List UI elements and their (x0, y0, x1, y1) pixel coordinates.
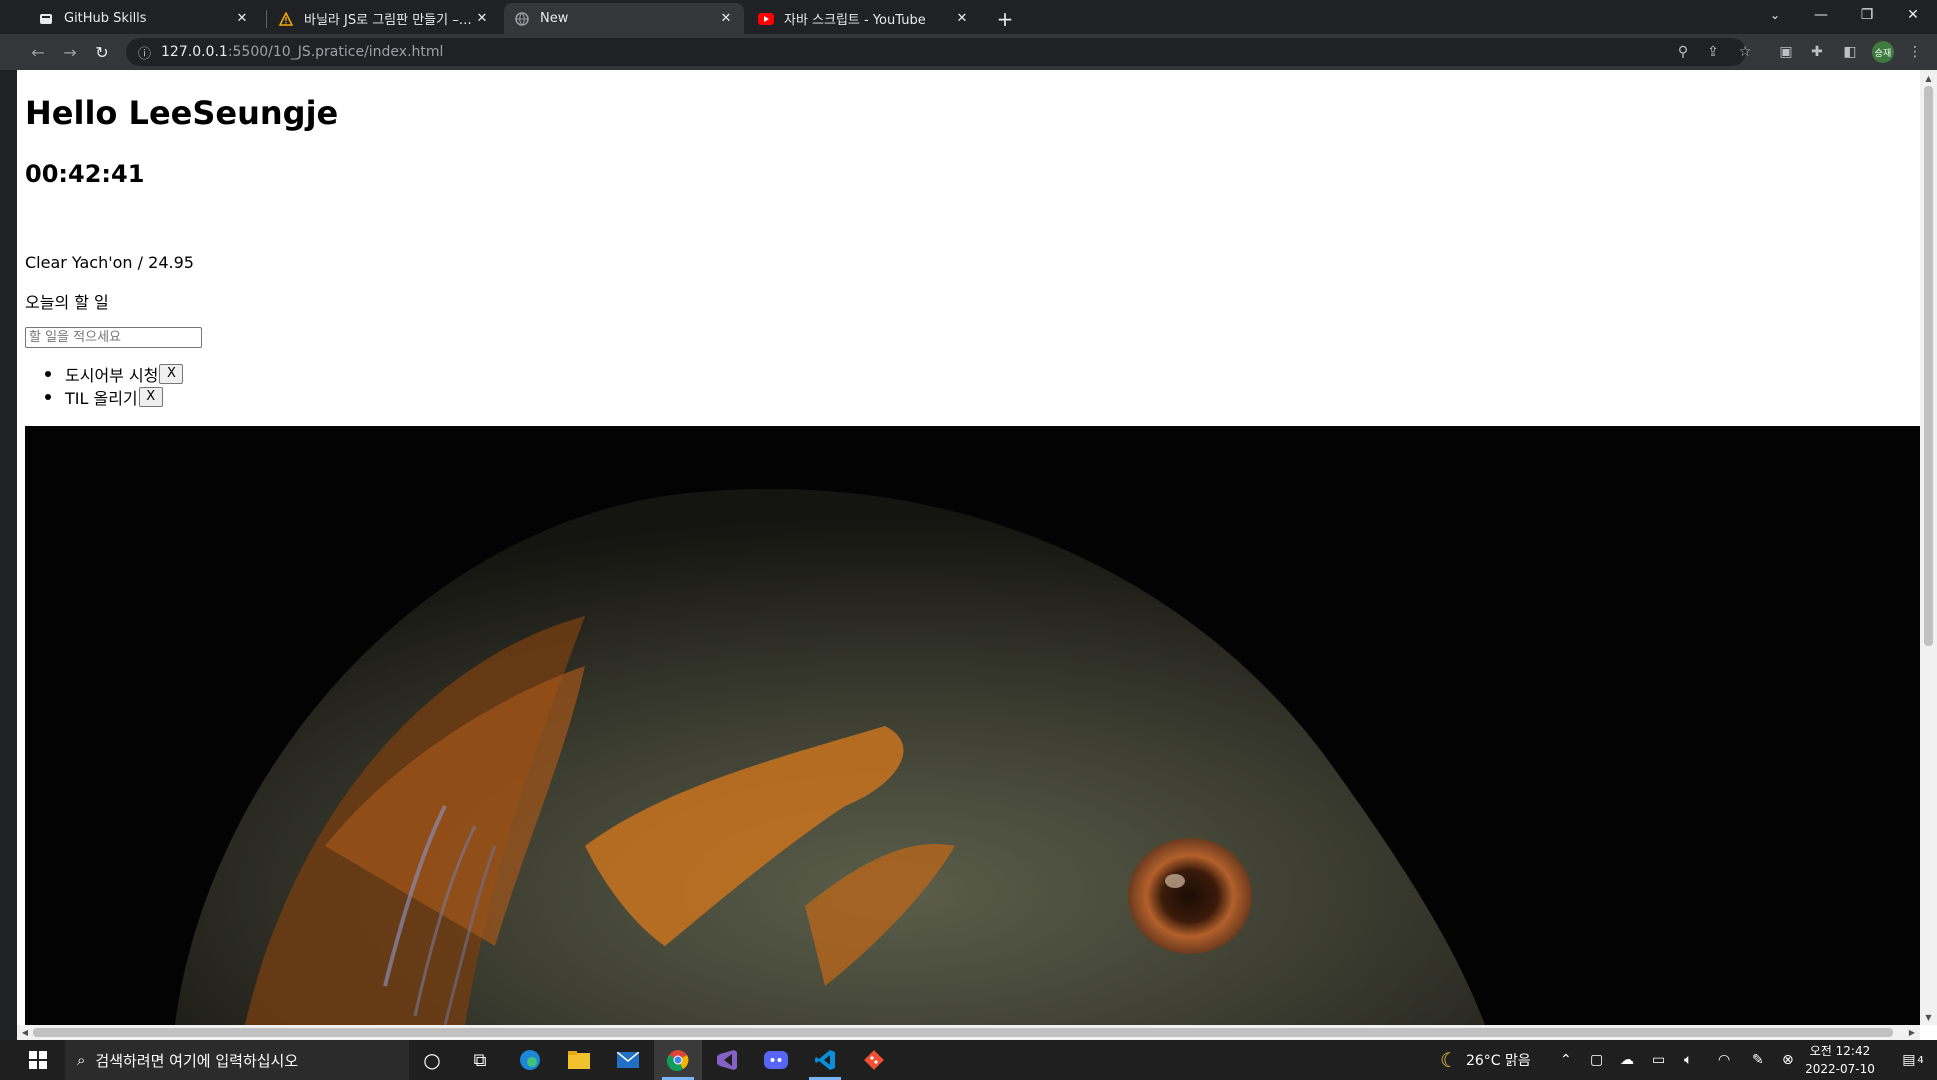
puzzle-icon[interactable]: ✚ (1808, 43, 1826, 61)
tab-strip: GitHub Skills ✕ 바닐라 JS로 그림판 만들기 – 노마드 ✕ … (0, 0, 1937, 34)
scrollbar-thumb[interactable] (1924, 86, 1933, 646)
tab-title: GitHub Skills (64, 11, 147, 26)
clock: 00:42:41 (25, 160, 145, 188)
git-icon[interactable] (850, 1040, 898, 1080)
edge-icon[interactable] (506, 1040, 554, 1080)
weather-text: Clear Yach'on / 24.95 (25, 253, 194, 272)
visual-studio-icon[interactable] (703, 1040, 751, 1080)
close-window-icon[interactable]: ✕ (1890, 0, 1936, 30)
mail-icon[interactable] (604, 1040, 652, 1080)
address-bar: ← → ↻ ⓘ 127.0.0.1 :5500/10_JS.pratice/in… (0, 34, 1937, 70)
taskbar-weather: 26°C 맑음 (1465, 1053, 1531, 1069)
pen-icon[interactable]: ✎ (1752, 1040, 1764, 1080)
battery-icon[interactable]: ▭ (1652, 1040, 1665, 1080)
search-placeholder: 검색하려면 여기에 입력하십시오 (95, 1051, 299, 1070)
globe-icon (514, 11, 530, 27)
warning-icon (278, 11, 294, 27)
tab-title: New (540, 11, 569, 26)
tab-title: 바닐라 JS로 그림판 만들기 – 노마드 (304, 13, 474, 28)
tab-title: 자바 스크립트 - YouTube (784, 13, 926, 28)
todo-text: TIL 올리기 (65, 388, 138, 408)
share-icon[interactable]: ⇪ (1704, 43, 1722, 61)
github-icon (38, 11, 54, 27)
url-input[interactable]: ⓘ 127.0.0.1 :5500/10_JS.pratice/index.ht… (126, 38, 1746, 66)
page-viewport: Hello LeeSeungje 00:42:41 Clear Yach'on … (17, 70, 1920, 1025)
taskbar-clock[interactable]: 오전 12:42 2022-07-10 (1805, 1042, 1875, 1078)
restore-icon[interactable]: ❐ (1844, 0, 1890, 30)
menu-icon[interactable]: ⋮ (1906, 43, 1924, 61)
close-icon[interactable]: ✕ (954, 11, 970, 27)
close-icon[interactable]: ✕ (718, 11, 734, 27)
wifi-icon[interactable]: ◠ (1718, 1040, 1730, 1080)
scroll-left-icon[interactable]: ◀ (17, 1025, 33, 1040)
tab-github-skills[interactable]: GitHub Skills ✕ (28, 3, 260, 34)
youtube-icon (758, 11, 774, 27)
scroll-up-icon[interactable]: ▲ (1920, 70, 1937, 86)
discord-icon[interactable] (752, 1040, 800, 1080)
volume-icon[interactable]: 🔈︎ (1684, 1040, 1692, 1080)
tab-paint-app[interactable]: 바닐라 JS로 그림판 만들기 – 노마드 ✕ (268, 3, 500, 34)
clock-time: 오전 12:42 (1809, 1044, 1871, 1058)
file-explorer-icon[interactable] (555, 1040, 603, 1080)
todo-list: 도시어부 시청 X TIL 올리기 X (25, 362, 184, 408)
notification-glyph: ▤ (1902, 1052, 1916, 1068)
background-image (25, 426, 1920, 1025)
delete-todo-button[interactable]: X (159, 363, 184, 384)
minimize-icon[interactable]: — (1798, 0, 1844, 30)
chrome-icon[interactable] (654, 1040, 702, 1080)
meet-icon[interactable]: ▢ (1590, 1040, 1603, 1080)
avatar[interactable]: 승재 (1872, 41, 1894, 63)
delete-todo-button[interactable]: X (138, 386, 163, 407)
tab-search-icon[interactable]: ⌄ (1752, 0, 1798, 30)
tab-separator (266, 10, 267, 28)
network-status-icon[interactable]: ⊗ (1782, 1040, 1794, 1080)
forward-icon[interactable]: → (58, 40, 82, 64)
info-icon[interactable]: ⓘ (138, 43, 151, 62)
window-left-edge (0, 70, 17, 1040)
vertical-scrollbar[interactable]: ▲ ▼ (1920, 70, 1937, 1025)
side-panel-icon[interactable]: ◧ (1841, 43, 1859, 61)
scroll-down-icon[interactable]: ▼ (1920, 1009, 1937, 1025)
clock-date: 2022-07-10 (1805, 1062, 1875, 1076)
taskbar: ⌕ 검색하려면 여기에 입력하십시오 ○ ⧉ ☾ 26°C 맑음 ⌃ ▢ ☁ ▭… (0, 1040, 1937, 1080)
url-host: 127.0.0.1 (161, 44, 228, 60)
new-tab-button[interactable]: + (992, 6, 1018, 32)
cortana-icon[interactable]: ○ (408, 1040, 456, 1080)
greeting-heading: Hello LeeSeungje (25, 94, 339, 132)
extension-icon[interactable]: ▣ (1777, 43, 1795, 61)
notification-icon[interactable]: ▤ 4 (1895, 1040, 1931, 1080)
bookmark-star-icon[interactable]: ☆ (1736, 43, 1754, 61)
weather-widget[interactable]: ☾ 26°C 맑음 (1440, 1040, 1531, 1080)
todo-text: 도시어부 시청 (65, 365, 159, 385)
onedrive-icon[interactable]: ☁ (1620, 1040, 1634, 1080)
taskbar-search-input[interactable]: ⌕ 검색하려면 여기에 입력하십시오 (65, 1040, 409, 1080)
horizontal-scrollbar[interactable]: ◀ ▶ (17, 1025, 1920, 1040)
list-item: 도시어부 시청 X (25, 362, 184, 385)
tab-new[interactable]: New ✕ (504, 3, 744, 34)
notification-count: 4 (1917, 1054, 1924, 1066)
vscode-icon[interactable] (801, 1040, 849, 1080)
tab-youtube[interactable]: 자바 스크립트 - YouTube ✕ (748, 3, 980, 34)
moon-icon: ☾ (1440, 1048, 1458, 1072)
close-icon[interactable]: ✕ (234, 11, 250, 27)
reload-icon[interactable]: ↻ (90, 40, 114, 64)
task-view-icon[interactable]: ⧉ (456, 1040, 504, 1080)
search-icon: ⌕ (77, 1051, 86, 1069)
back-icon[interactable]: ← (26, 40, 50, 64)
todo-title: 오늘의 할 일 (25, 293, 109, 312)
show-hidden-icons[interactable]: ⌃ (1560, 1040, 1572, 1080)
windows-start-icon[interactable] (14, 1040, 62, 1080)
url-path: :5500/10_JS.pratice/index.html (227, 44, 444, 60)
close-icon[interactable]: ✕ (474, 11, 490, 27)
list-item: TIL 올리기 X (25, 385, 183, 408)
fish-image (175, 488, 1485, 1025)
todo-input[interactable] (25, 327, 202, 348)
scroll-right-icon[interactable]: ▶ (1904, 1025, 1920, 1040)
scrollbar-thumb[interactable] (33, 1028, 1893, 1037)
location-icon[interactable]: ⚲ (1674, 43, 1692, 61)
